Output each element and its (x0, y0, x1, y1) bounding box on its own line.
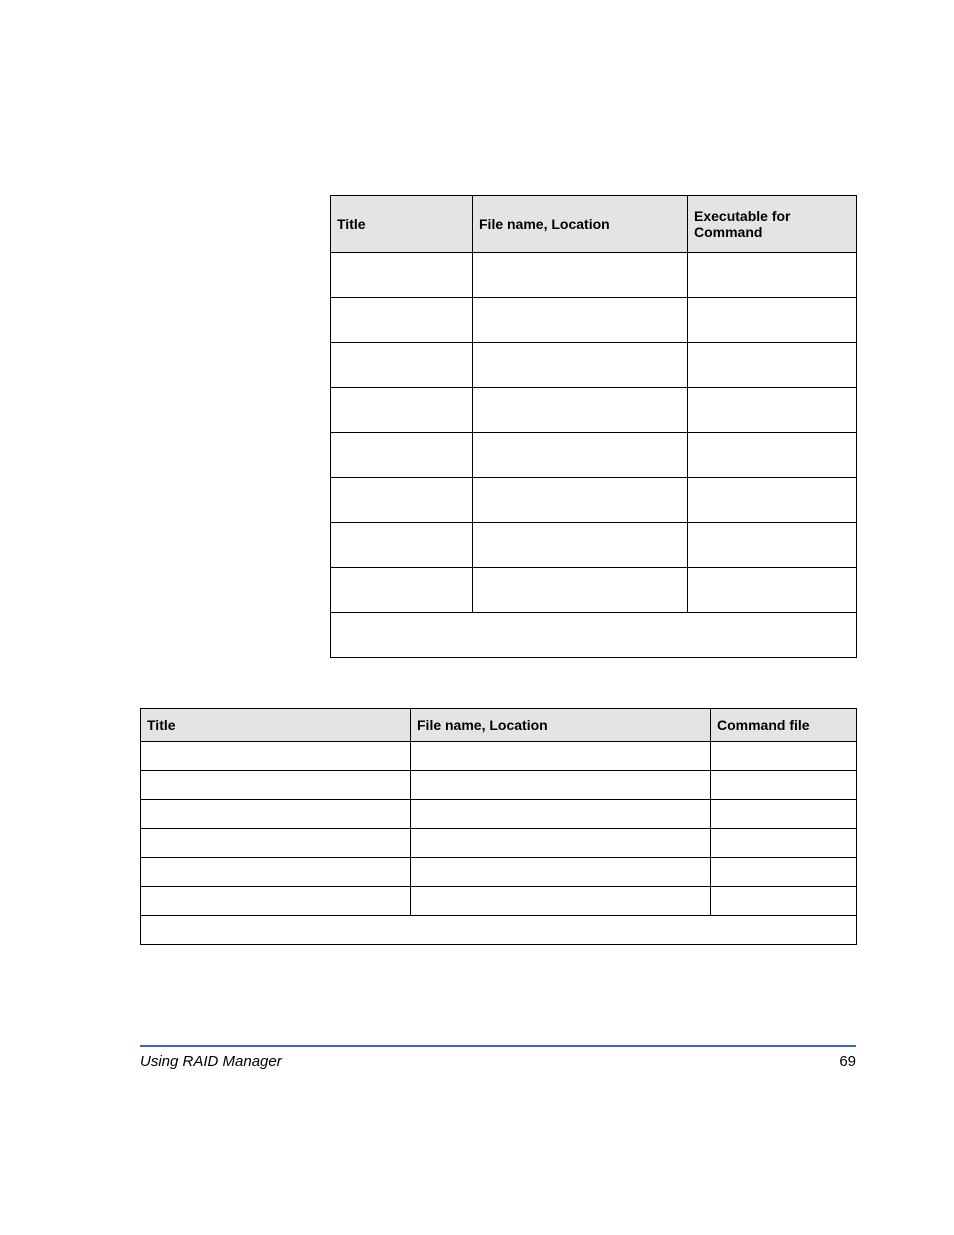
table-1-header-row: Title File name, Location Executable for… (331, 196, 857, 253)
table-cell (711, 771, 857, 800)
table-cell (141, 916, 857, 945)
table-row (331, 433, 857, 478)
table-cell (688, 568, 857, 613)
table-cell (331, 523, 473, 568)
table-row (141, 858, 857, 887)
table-cell (688, 388, 857, 433)
table-cell (411, 829, 711, 858)
table-cell (711, 829, 857, 858)
table-cell (331, 253, 473, 298)
table-1-header-title: Title (331, 196, 473, 253)
table-row (141, 829, 857, 858)
table-cell (688, 478, 857, 523)
table-cell (711, 858, 857, 887)
table-row (331, 568, 857, 613)
table-cell (473, 523, 688, 568)
table-1-header-filename: File name, Location (473, 196, 688, 253)
table-cell (331, 613, 857, 658)
page-number: 69 (839, 1053, 856, 1070)
table-cell (688, 343, 857, 388)
table-cell (473, 388, 688, 433)
table-cell (141, 858, 411, 887)
table-row (141, 916, 857, 945)
table-cell (141, 829, 411, 858)
table-cell (141, 771, 411, 800)
table-row (141, 771, 857, 800)
table-1-header-executable: Executable for Command (688, 196, 857, 253)
table-cell (331, 433, 473, 478)
table-cell (473, 343, 688, 388)
table-cell (688, 298, 857, 343)
table-cell (688, 253, 857, 298)
table-cell (411, 771, 711, 800)
table-1: Title File name, Location Executable for… (330, 195, 857, 658)
table-cell (688, 433, 857, 478)
table-cell (473, 253, 688, 298)
table-cell (141, 887, 411, 916)
table-2-header-title: Title (141, 709, 411, 742)
table-row (141, 800, 857, 829)
table-cell (473, 568, 688, 613)
table-cell (331, 298, 473, 343)
table-row (331, 478, 857, 523)
table-cell (141, 742, 411, 771)
table-cell (473, 478, 688, 523)
table-cell (411, 858, 711, 887)
table-cell (688, 523, 857, 568)
table-row (331, 253, 857, 298)
page-footer: Using RAID Manager 69 (140, 1045, 856, 1070)
footer-title: Using RAID Manager (140, 1053, 282, 1070)
table-row (141, 742, 857, 771)
table-cell (711, 742, 857, 771)
table-cell (141, 800, 411, 829)
table-cell (711, 887, 857, 916)
table-row (331, 388, 857, 433)
table-cell (473, 433, 688, 478)
table-cell (473, 298, 688, 343)
table-row (331, 343, 857, 388)
table-2: Title File name, Location Command file (140, 708, 857, 945)
table-cell (411, 800, 711, 829)
table-cell (711, 800, 857, 829)
table-cell (331, 388, 473, 433)
table-row (331, 298, 857, 343)
table-cell (411, 887, 711, 916)
table-2-header-filename: File name, Location (411, 709, 711, 742)
table-cell (331, 568, 473, 613)
table-cell (331, 343, 473, 388)
table-row (331, 613, 857, 658)
table-2-header-commandfile: Command file (711, 709, 857, 742)
table-cell (411, 742, 711, 771)
table-cell (331, 478, 473, 523)
table-2-header-row: Title File name, Location Command file (141, 709, 857, 742)
table-row (331, 523, 857, 568)
footer-rule (140, 1045, 856, 1047)
table-row (141, 887, 857, 916)
